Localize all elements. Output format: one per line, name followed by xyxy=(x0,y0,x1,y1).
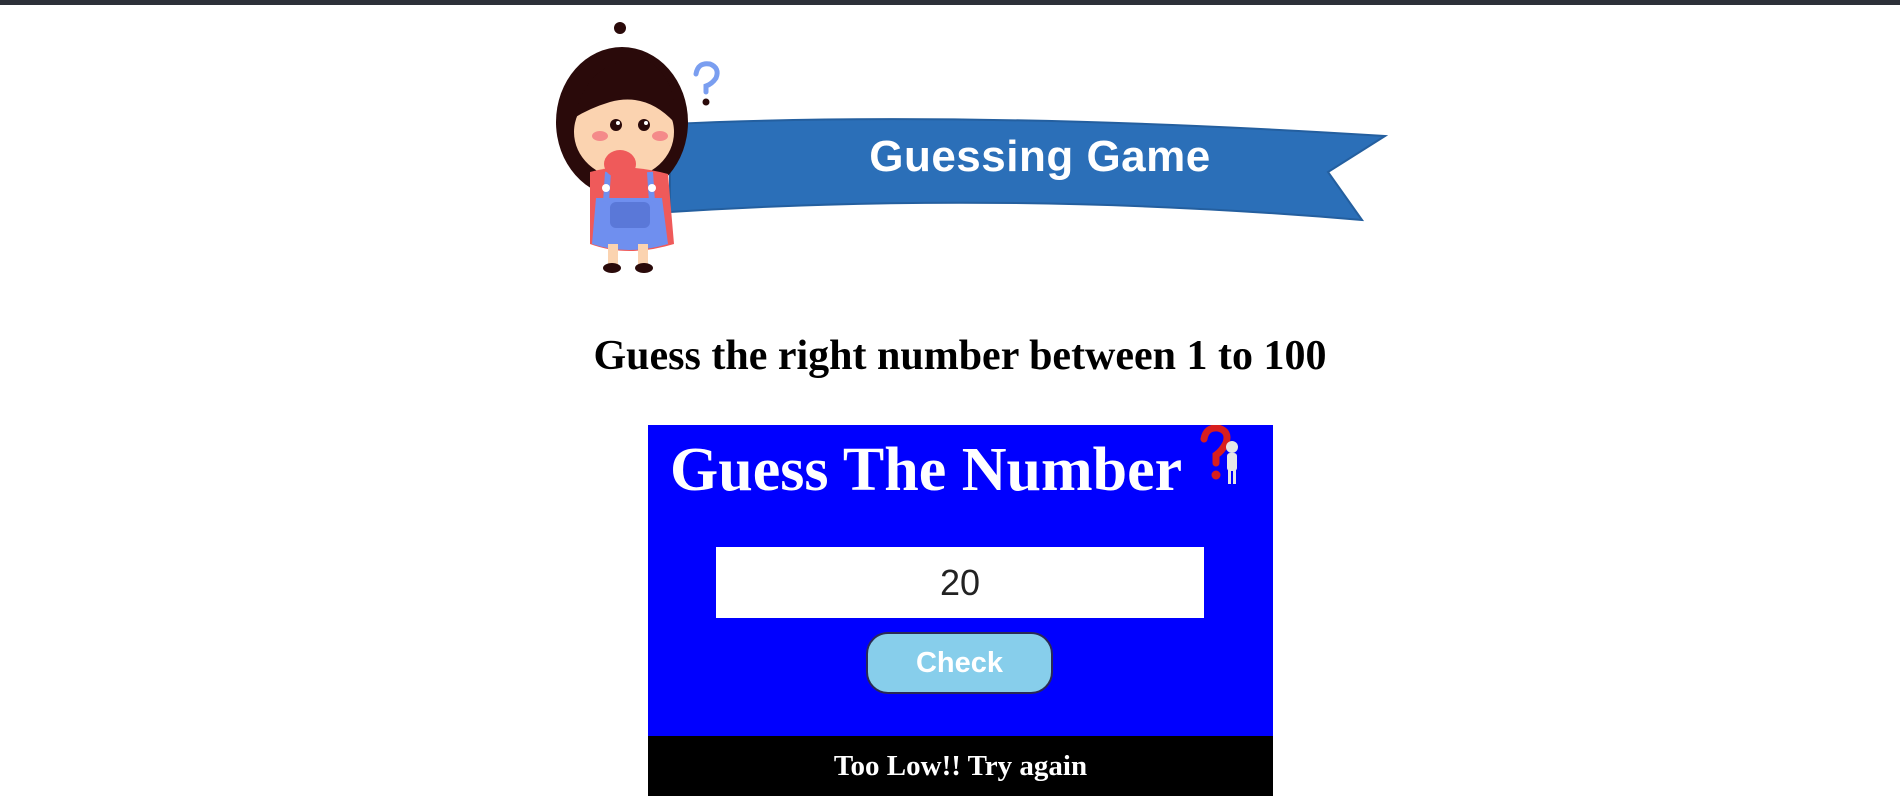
person-question-mark-icon xyxy=(1200,425,1238,484)
check-button[interactable]: Check xyxy=(866,632,1053,694)
banner-title: Guessing Game xyxy=(869,132,1211,181)
instructions-text: Guess the right number between 1 to 100 xyxy=(593,333,1327,379)
game-title: Guess The Number xyxy=(670,436,1183,504)
top-strip xyxy=(0,0,1900,5)
game-panel: Guess The Number Check Too Low!! Try aga… xyxy=(648,425,1273,796)
guess-input[interactable] xyxy=(716,547,1204,618)
game-banner: Guessing Game xyxy=(550,22,1390,282)
question-mark-icon xyxy=(693,61,720,106)
result-message: Too Low!! Try again xyxy=(648,736,1273,796)
